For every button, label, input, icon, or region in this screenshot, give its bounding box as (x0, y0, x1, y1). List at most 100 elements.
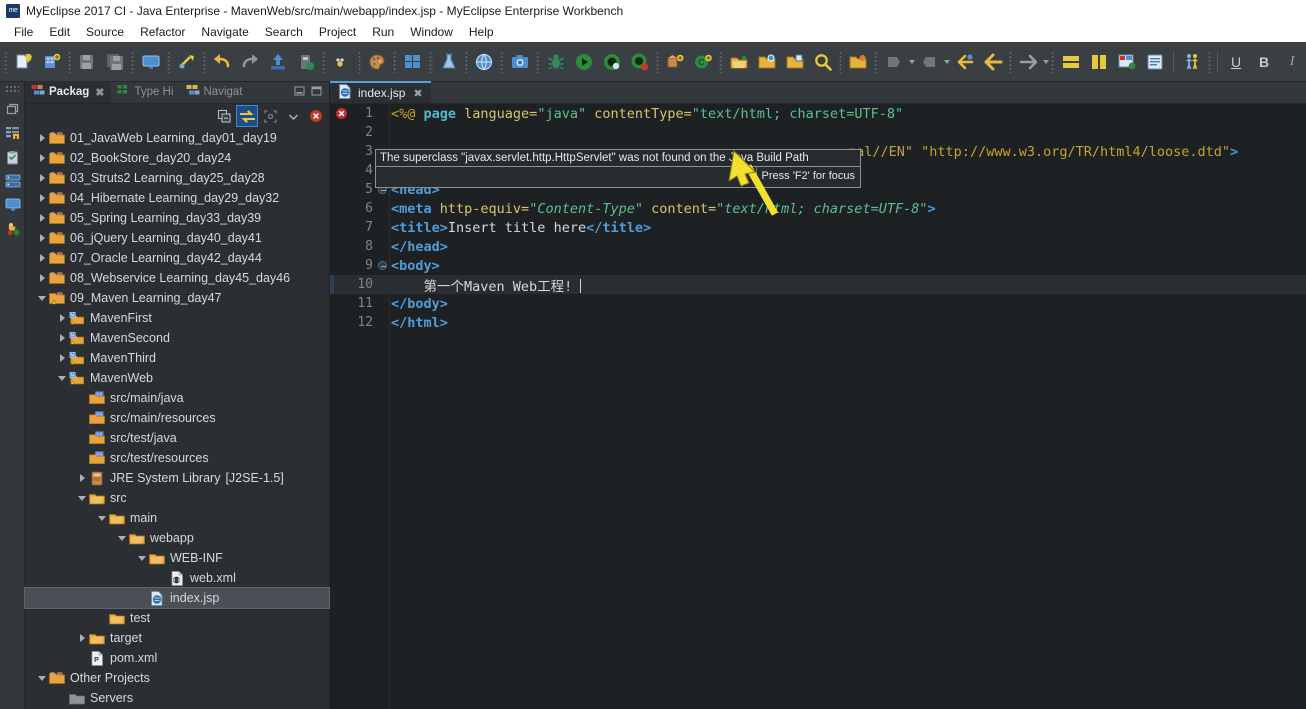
tree-item[interactable]: 03_Struts2 Learning_day25_day28 (25, 168, 329, 188)
run-icon[interactable] (570, 48, 598, 76)
menu-item-project[interactable]: Project (311, 24, 364, 40)
toolbar-grip[interactable] (67, 50, 72, 73)
close-icon[interactable]: ✖ (413, 87, 422, 100)
browser-icon[interactable] (470, 48, 498, 76)
previous-annotation-icon[interactable] (915, 48, 943, 76)
tree-item[interactable]: 04_Hibernate Learning_day29_day32 (25, 188, 329, 208)
tree-item[interactable]: web.xml (25, 568, 329, 588)
servers-icon[interactable] (0, 169, 25, 193)
new-java-class-icon[interactable]: C (689, 48, 717, 76)
export-icon[interactable] (264, 48, 292, 76)
tree-item[interactable]: 09_Maven Learning_day47 (25, 288, 329, 308)
chevron-down-icon[interactable] (1042, 48, 1049, 76)
toolbar-grip[interactable] (202, 50, 207, 73)
editor-tab-index-jsp[interactable]: index.jsp ✖ (330, 81, 431, 103)
chevron-right-icon[interactable] (55, 348, 69, 368)
tree-item[interactable]: Ppom.xml (25, 648, 329, 668)
toolbar-grip[interactable] (1207, 50, 1212, 73)
perspective-icon[interactable] (399, 48, 427, 76)
save-all-icon[interactable] (101, 48, 129, 76)
tree-item[interactable]: Other Projects (25, 668, 329, 688)
open-resource-icon[interactable] (781, 48, 809, 76)
menu-item-run[interactable]: Run (364, 24, 402, 40)
chevron-right-icon[interactable] (75, 628, 89, 648)
error-marker-icon[interactable] (330, 104, 352, 123)
view-tab-navigat[interactable]: Navigat (180, 81, 249, 103)
chevron-right-icon[interactable] (35, 268, 49, 288)
quickfix-icon[interactable] (328, 48, 356, 76)
code-line[interactable]: 1 <%@ page language="java" contentType="t… (330, 104, 1306, 123)
focus-on-active-task-icon[interactable] (260, 106, 280, 126)
bold-icon[interactable]: B (1250, 48, 1278, 76)
tree-item[interactable]: Servers (25, 688, 329, 708)
view-tab-packag[interactable]: Packag ✖ (25, 81, 111, 103)
redo-icon[interactable] (236, 48, 264, 76)
open-type-icon[interactable] (725, 48, 753, 76)
coverage-icon[interactable] (626, 48, 654, 76)
code-line[interactable]: 7 <title>Insert title here</title> (330, 218, 1306, 237)
tree-item[interactable]: 01_JavaWeb Learning_day01_day19 (25, 128, 329, 148)
code-line[interactable]: 10 第一个Maven Web工程! (330, 275, 1306, 295)
tree-item[interactable]: src/test/java (25, 428, 329, 448)
code-line[interactable]: 2 (330, 123, 1306, 142)
horizontal-layout-icon[interactable] (1057, 48, 1085, 76)
forward-icon[interactable] (1014, 48, 1042, 76)
toolbar-grip[interactable] (535, 50, 540, 73)
code-line[interactable]: 6 <meta http-equiv="Content-Type" content… (330, 199, 1306, 218)
debug-icon[interactable] (542, 48, 570, 76)
toolbar-grip[interactable] (838, 50, 843, 73)
fold-collapse-icon[interactable] (376, 261, 389, 270)
code-line[interactable]: 9 <body> (330, 256, 1306, 275)
new-java-package-icon[interactable] (661, 48, 689, 76)
run-server-icon[interactable] (173, 48, 201, 76)
chevron-right-icon[interactable] (35, 168, 49, 188)
view-tab-type-hi[interactable]: Type Hi (111, 81, 180, 103)
next-annotation-icon[interactable] (880, 48, 908, 76)
visual-designer-icon[interactable] (1113, 48, 1141, 76)
tree-item[interactable]: WEB-INF (25, 548, 329, 568)
tree-item[interactable]: 06_jQuery Learning_day40_day41 (25, 228, 329, 248)
chevron-right-icon[interactable] (35, 248, 49, 268)
vertical-layout-icon[interactable] (1085, 48, 1113, 76)
restore-icon[interactable] (0, 97, 25, 121)
tree-item[interactable]: src/main/resources (25, 408, 329, 428)
underline-icon[interactable]: U (1222, 48, 1250, 76)
tree-item[interactable]: 07_Oracle Learning_day42_day44 (25, 248, 329, 268)
code-line[interactable]: 8 </head> (330, 237, 1306, 256)
tree-item[interactable]: index.jsp (24, 587, 330, 609)
tree-item[interactable]: src/test/resources (25, 448, 329, 468)
new-wizard-icon[interactable] (10, 48, 38, 76)
chevron-down-icon[interactable] (908, 48, 915, 76)
search-icon[interactable] (809, 48, 837, 76)
chevron-right-icon[interactable] (55, 308, 69, 328)
chevron-down-icon[interactable] (135, 548, 149, 568)
tree-item[interactable]: 08_Webservice Learning_day45_day46 (25, 268, 329, 288)
link-with-editor-icon[interactable] (236, 105, 258, 127)
back-history-icon[interactable] (979, 48, 1007, 76)
minimize-view-icon[interactable] (293, 85, 306, 103)
myeclipse-explorer-icon[interactable] (0, 217, 25, 241)
code-line[interactable]: 12 </html> (330, 313, 1306, 332)
toolbar-grip[interactable] (4, 50, 8, 73)
toolbar-grip[interactable] (1051, 50, 1055, 73)
chevron-down-icon[interactable] (943, 48, 950, 76)
database-icon[interactable] (292, 48, 320, 76)
close-icon[interactable]: ✖ (95, 86, 104, 99)
tree-item[interactable]: JRE System Library [J2SE-1.5] (25, 468, 329, 488)
save-icon[interactable] (73, 48, 101, 76)
code-viewport[interactable]: 1 <%@ page language="java" contentType="t… (330, 104, 1306, 709)
toolbar-grip[interactable] (357, 50, 362, 73)
toolbar-grip[interactable] (719, 50, 723, 73)
close-view-icon[interactable] (306, 106, 326, 126)
code-line[interactable]: 11 </body> (330, 294, 1306, 313)
view-menu-icon[interactable] (283, 106, 303, 126)
deploy-icon[interactable] (137, 48, 165, 76)
chevron-right-icon[interactable] (35, 188, 49, 208)
tree-item[interactable]: webapp (25, 528, 329, 548)
menu-item-help[interactable]: Help (461, 24, 502, 40)
tree-item[interactable]: src (25, 488, 329, 508)
menu-item-search[interactable]: Search (257, 24, 311, 40)
tree-item[interactable]: M MavenSecond (25, 328, 329, 348)
collapse-all-icon[interactable] (214, 106, 234, 126)
toolbar-grip[interactable] (1008, 50, 1013, 73)
